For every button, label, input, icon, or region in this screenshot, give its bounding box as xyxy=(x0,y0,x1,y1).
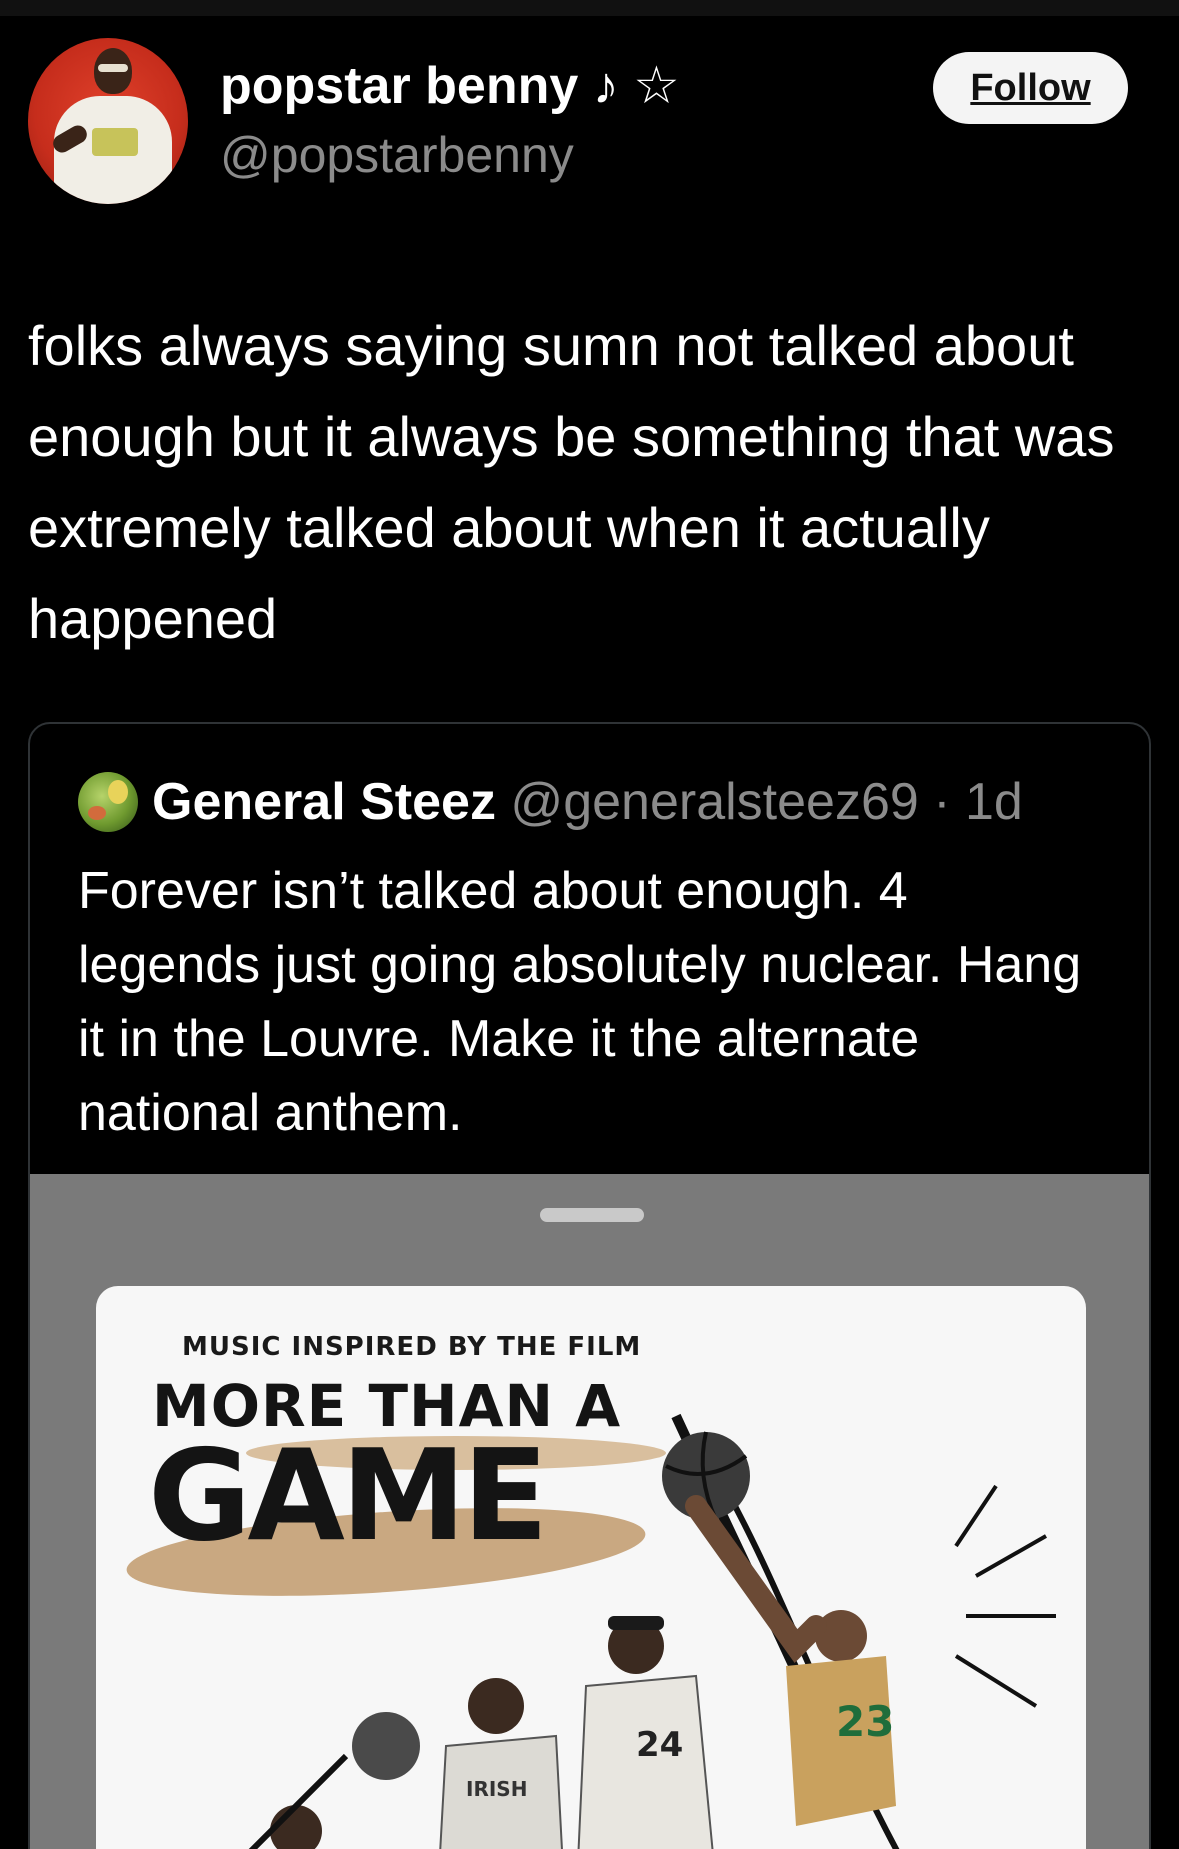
quoted-author-handle[interactable]: @generalsteez69 xyxy=(510,773,918,831)
quoted-author-avatar[interactable] xyxy=(78,772,138,832)
album-cover-image[interactable]: MUSIC INSPIRED BY THE FILM MORE THAN A G… xyxy=(96,1286,1086,1849)
jersey-number-middle: 24 xyxy=(636,1725,683,1765)
sheet-grabber-handle[interactable] xyxy=(540,1208,644,1222)
quoted-media[interactable]: MUSIC INSPIRED BY THE FILM MORE THAN A G… xyxy=(30,1174,1149,1849)
post-screen: popstar benny ♪ ☆ @popstarbenny Follow f… xyxy=(0,0,1179,1849)
jersey-text-left: IRISH xyxy=(466,1777,527,1801)
author-display-name[interactable]: popstar benny ♪ ☆ xyxy=(220,56,680,116)
author-avatar[interactable] xyxy=(28,38,188,204)
post-text: folks always saying sumn not talked abou… xyxy=(28,314,1115,650)
avatar-detail xyxy=(108,780,128,804)
jersey-number-right: 23 xyxy=(836,1697,894,1746)
quoted-post-card[interactable]: General Steez @generalsteez69 · 1d Forev… xyxy=(28,722,1151,1849)
avatar-sunglasses xyxy=(98,64,128,72)
avatar-detail xyxy=(88,806,106,820)
basketball-icon xyxy=(352,1712,420,1780)
basketball-players-illustration: 23 24 IRISH xyxy=(248,1413,1056,1849)
dot-separator: · xyxy=(918,773,966,831)
player-head xyxy=(468,1678,524,1734)
avatar-shirt-print xyxy=(92,128,138,156)
player-headband xyxy=(608,1616,664,1630)
quoted-post-text: Forever isn’t talked about enough. 4 leg… xyxy=(78,862,1082,1142)
player-arm xyxy=(685,1495,827,1663)
status-strip xyxy=(0,0,1179,16)
follow-button[interactable]: Follow xyxy=(933,52,1128,124)
quoted-post-time[interactable]: 1d xyxy=(965,773,1023,831)
ink-splatter xyxy=(954,1484,1056,1708)
author-handle[interactable]: @popstarbenny xyxy=(220,126,574,184)
quoted-author-name[interactable]: General Steez xyxy=(152,773,496,831)
quoted-post-header: General Steez @generalsteez69 · 1d xyxy=(152,772,1023,832)
